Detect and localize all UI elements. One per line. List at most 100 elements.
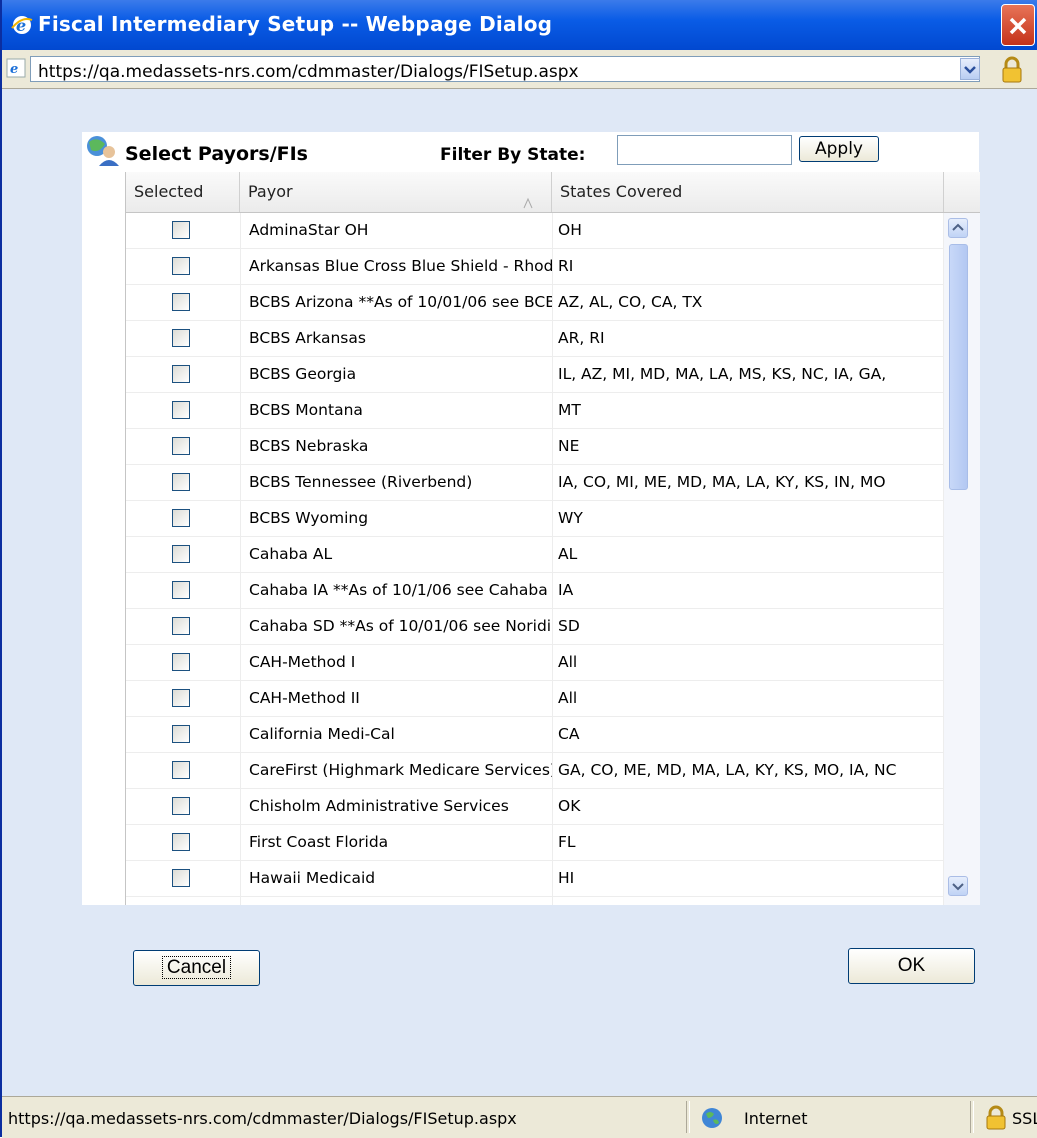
row-select-checkbox[interactable] (172, 221, 190, 239)
cancel-button-label: Cancel (161, 956, 232, 979)
row-select-checkbox[interactable] (172, 329, 190, 347)
close-button[interactable] (1001, 4, 1035, 46)
states-covered-cell: AL (552, 537, 944, 572)
page-icon: e (6, 58, 26, 78)
payor-cell: Cahaba IA **As of 10/1/06 see Cahaba (240, 573, 552, 608)
table-row[interactable]: AdminaStar OH OH (126, 213, 944, 249)
row-select-checkbox[interactable] (172, 833, 190, 851)
payor-cell: BCBS Arkansas (240, 321, 552, 356)
address-dropdown-button[interactable] (960, 58, 980, 80)
table-row[interactable]: Chisholm Administrative Services OK (126, 789, 944, 825)
ok-button[interactable]: OK (848, 948, 975, 984)
people-icon (83, 134, 121, 173)
payor-cell: CareFirst (Highmark Medicare Services) (240, 753, 552, 788)
row-select-checkbox[interactable] (172, 617, 190, 635)
table-row[interactable]: Arkansas Blue Cross Blue Shield - Rhode R… (126, 249, 944, 285)
chevron-down-icon (964, 66, 976, 74)
table-row[interactable]: Highmark (Veritus Medicare Services)NJ, … (126, 897, 944, 905)
apply-button[interactable]: Apply (799, 136, 879, 162)
states-covered-cell: AZ, AL, CO, CA, TX (552, 285, 944, 320)
row-select-checkbox[interactable] (172, 257, 190, 275)
table-row[interactable]: BCBS Wyoming WY (126, 501, 944, 537)
states-covered-cell: OH (552, 213, 944, 248)
payor-selection-panel: Select Payors/FIs Filter By State: Apply… (82, 132, 980, 905)
column-header-states[interactable]: States Covered (552, 172, 944, 212)
table-row[interactable]: Hawaii Medicaid HI (126, 861, 944, 897)
cancel-button[interactable]: Cancel (133, 950, 260, 986)
table-row[interactable]: BCBS Arkansas AR, RI (126, 321, 944, 357)
table-row[interactable]: BCBS Nebraska NE (126, 429, 944, 465)
status-url: https://qa.medassets-nrs.com/cdmmaster/D… (8, 1109, 517, 1128)
row-select-checkbox[interactable] (172, 797, 190, 815)
chevron-up-icon (952, 223, 964, 231)
row-select-checkbox[interactable] (172, 689, 190, 707)
row-select-checkbox[interactable] (172, 761, 190, 779)
title-bar[interactable]: e Fiscal Intermediary Setup -- Webpage D… (2, 0, 1037, 50)
states-covered-cell: MT (552, 393, 944, 428)
column-header-payor[interactable]: Payor (240, 172, 552, 212)
row-select-checkbox[interactable] (172, 365, 190, 383)
payor-cell: Chisholm Administrative Services (240, 789, 552, 824)
payor-cell: California Medi-Cal (240, 717, 552, 752)
payor-cell: Cahaba AL (240, 537, 552, 572)
table-row[interactable]: Cahaba IA **As of 10/1/06 see Cahaba IA (126, 573, 944, 609)
row-select-checkbox[interactable] (172, 473, 190, 491)
states-covered-cell: IL, AZ, MI, MD, MA, LA, MS, KS, NC, IA, … (552, 357, 944, 392)
payor-grid: Selected Payor States Covered AdminaStar… (125, 172, 980, 905)
row-select-checkbox[interactable] (172, 653, 190, 671)
table-row[interactable]: CAH-Method I All (126, 645, 944, 681)
states-covered-cell: CA (552, 717, 944, 752)
grid-header: Selected Payor States Covered (126, 172, 980, 213)
grid-scrollbar[interactable] (944, 213, 980, 905)
states-covered-cell: RI (552, 249, 944, 284)
table-row[interactable]: CAH-Method II All (126, 681, 944, 717)
states-covered-cell: All (552, 645, 944, 680)
row-select-checkbox[interactable] (172, 437, 190, 455)
table-row[interactable]: Cahaba SD **As of 10/01/06 see Noridian S… (126, 609, 944, 645)
scroll-thumb[interactable] (949, 244, 968, 490)
table-row[interactable]: Cahaba AL AL (126, 537, 944, 573)
address-text: https://qa.medassets-nrs.com/cdmmaster/D… (38, 62, 579, 82)
row-select-checkbox[interactable] (172, 581, 190, 599)
row-select-checkbox[interactable] (172, 869, 190, 887)
row-select-checkbox[interactable] (172, 401, 190, 419)
states-covered-cell: NE (552, 429, 944, 464)
scroll-down-button[interactable] (948, 876, 968, 896)
table-row[interactable]: BCBS Tennessee (Riverbend) IA, CO, MI, ME… (126, 465, 944, 501)
scroll-up-button[interactable] (948, 218, 968, 238)
table-row[interactable]: BCBS Arizona **As of 10/01/06 see BCBS AZ… (126, 285, 944, 321)
payor-cell: BCBS Nebraska (240, 429, 552, 464)
filter-by-state-input[interactable] (617, 135, 792, 165)
row-select-checkbox[interactable] (172, 509, 190, 527)
lock-icon (1000, 56, 1024, 89)
states-covered-cell: IA, CO, MI, ME, MD, MA, LA, KY, KS, IN, … (552, 465, 944, 500)
table-row[interactable]: BCBS Montana MT (126, 393, 944, 429)
column-header-selected[interactable]: Selected (126, 172, 240, 212)
states-covered-cell: OK (552, 789, 944, 824)
table-row[interactable]: BCBS Georgia IL, AZ, MI, MD, MA, LA, MS, … (126, 357, 944, 393)
row-select-checkbox[interactable] (172, 725, 190, 743)
payor-cell: BCBS Arizona **As of 10/01/06 see BCBS (240, 285, 552, 320)
states-covered-cell: All (552, 681, 944, 716)
row-select-checkbox[interactable] (172, 545, 190, 563)
globe-icon (700, 1106, 724, 1135)
ie-icon: e (10, 14, 34, 36)
states-covered-cell: AR, RI (552, 321, 944, 356)
security-zone: Internet (744, 1109, 808, 1128)
row-select-checkbox[interactable] (172, 293, 190, 311)
table-row[interactable]: California Medi-Cal CA (126, 717, 944, 753)
table-row[interactable]: CareFirst (Highmark Medicare Services) GA… (126, 753, 944, 789)
payor-cell: AdminaStar OH (240, 213, 552, 248)
table-row[interactable]: First Coast Florida FL (126, 825, 944, 861)
states-covered-cell: SD (552, 609, 944, 644)
chevron-down-icon (952, 883, 964, 891)
payor-cell: BCBS Wyoming (240, 501, 552, 536)
ssl-indicator: SSL (1012, 1109, 1037, 1128)
states-covered-cell: HI (552, 861, 944, 896)
payor-cell: CAH-Method I (240, 645, 552, 680)
payor-cell: BCBS Tennessee (Riverbend) (240, 465, 552, 500)
window-title: Fiscal Intermediary Setup -- Webpage Dia… (38, 12, 553, 36)
states-covered-cell: FL (552, 825, 944, 860)
panel-header: Select Payors/FIs Filter By State: Apply (82, 132, 979, 172)
svg-text:e: e (10, 62, 18, 77)
